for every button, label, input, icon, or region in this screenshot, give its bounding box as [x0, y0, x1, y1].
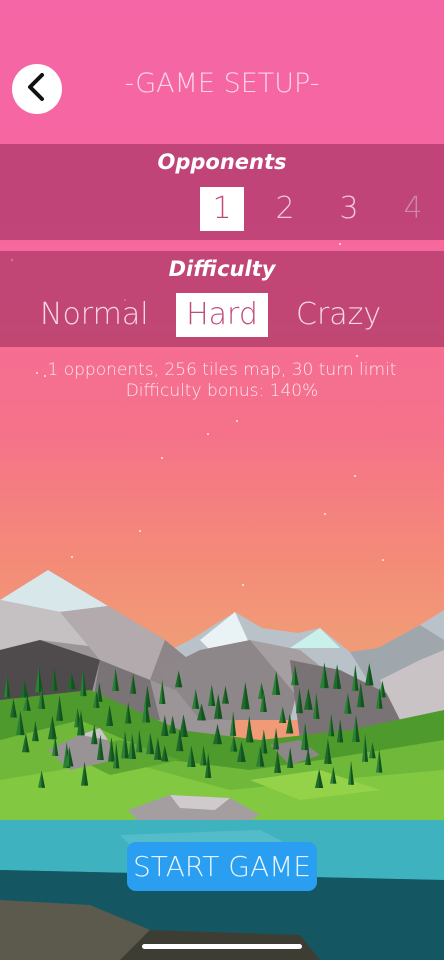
- bonus-line: Difficulty bonus: 140%: [125, 381, 319, 401]
- start-game-button[interactable]: START GAME: [127, 842, 317, 891]
- difficulty-label: Difficulty: [168, 257, 276, 281]
- home-indicator: [142, 944, 302, 949]
- opponents-option-3[interactable]: 3: [327, 187, 371, 231]
- opponents-label: Opponents: [157, 150, 287, 174]
- difficulty-option-hard[interactable]: Hard: [176, 293, 268, 337]
- summary-line: 1 opponents, 256 tiles map, 30 turn limi…: [47, 360, 397, 380]
- opponents-option-2[interactable]: 2: [263, 187, 307, 231]
- opponents-option-4[interactable]: 4: [391, 187, 435, 231]
- game-summary: 1 opponents, 256 tiles map, 30 turn limi…: [0, 360, 444, 402]
- difficulty-option-crazy[interactable]: Crazy: [296, 293, 381, 337]
- difficulty-option-normal[interactable]: Normal: [40, 293, 149, 337]
- page-title: -GAME SETUP-: [124, 68, 320, 99]
- opponents-option-1[interactable]: 1: [200, 187, 244, 231]
